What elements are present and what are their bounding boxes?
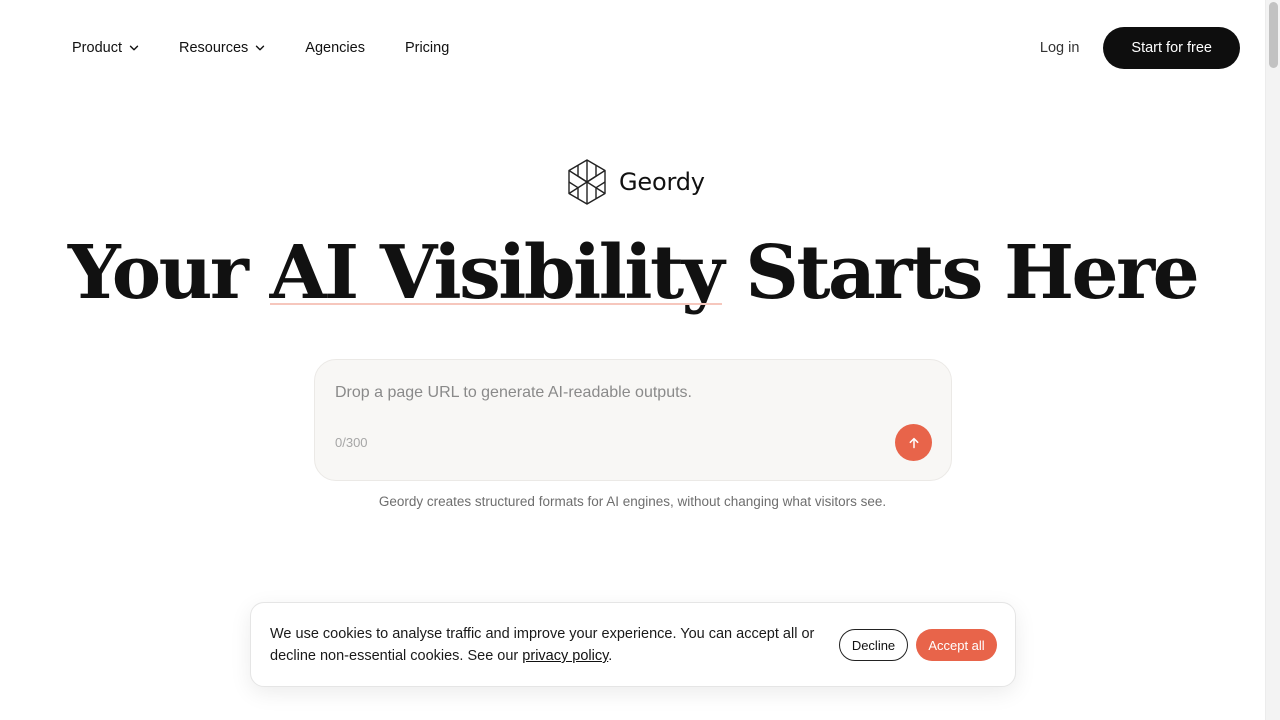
privacy-policy-link[interactable]: privacy policy bbox=[522, 648, 608, 664]
brand: Geordy bbox=[566, 158, 705, 206]
page-scrollbar[interactable] bbox=[1265, 0, 1280, 720]
nav-actions: Log in Start for free bbox=[1040, 27, 1240, 69]
cookie-banner: We use cookies to analyse traffic and im… bbox=[250, 602, 1016, 687]
cookie-message: We use cookies to analyse traffic and im… bbox=[270, 623, 826, 667]
chevron-down-icon bbox=[256, 45, 265, 51]
submit-url-button[interactable] bbox=[895, 424, 932, 461]
top-nav: Product Resources Agencies Pricing Log i… bbox=[0, 0, 1265, 96]
nav-item-label: Agencies bbox=[305, 40, 365, 56]
nav-item-label: Pricing bbox=[404, 40, 450, 56]
geordy-logo-icon bbox=[568, 159, 606, 205]
url-input-card: 0/300 bbox=[314, 359, 952, 481]
arrow-up-icon bbox=[909, 437, 918, 448]
nav-item-resources[interactable]: Resources bbox=[179, 40, 265, 56]
nav-links: Product Resources Agencies Pricing bbox=[72, 37, 489, 59]
accept-all-button[interactable]: Accept all bbox=[916, 629, 997, 661]
cookie-message-end: . bbox=[608, 648, 613, 664]
nav-item-pricing[interactable]: Pricing bbox=[405, 40, 449, 56]
headline-text: Your bbox=[67, 230, 270, 316]
character-counter: 0/300 bbox=[335, 435, 368, 450]
headline-text: Starts Here bbox=[722, 230, 1199, 316]
hero-headline: Your AI Visibility Starts Here bbox=[0, 228, 1265, 318]
start-for-free-button[interactable]: Start for free bbox=[1103, 27, 1240, 69]
nav-item-label: Resources bbox=[178, 40, 249, 56]
nav-item-label: Product bbox=[72, 40, 122, 56]
nav-item-agencies[interactable]: Agencies bbox=[305, 40, 365, 56]
scrollbar-thumb[interactable] bbox=[1269, 2, 1278, 68]
helper-text: Geordy creates structured formats for AI… bbox=[378, 494, 887, 509]
headline-highlight: AI Visibility bbox=[269, 230, 725, 316]
brand-name: Geordy bbox=[619, 168, 705, 196]
url-input[interactable] bbox=[335, 380, 925, 406]
chevron-down-icon bbox=[129, 45, 139, 51]
decline-button[interactable]: Decline bbox=[839, 629, 908, 661]
login-link[interactable]: Log in bbox=[1040, 40, 1080, 56]
page: Product Resources Agencies Pricing Log i… bbox=[0, 0, 1265, 720]
nav-item-product[interactable]: Product bbox=[72, 40, 139, 56]
